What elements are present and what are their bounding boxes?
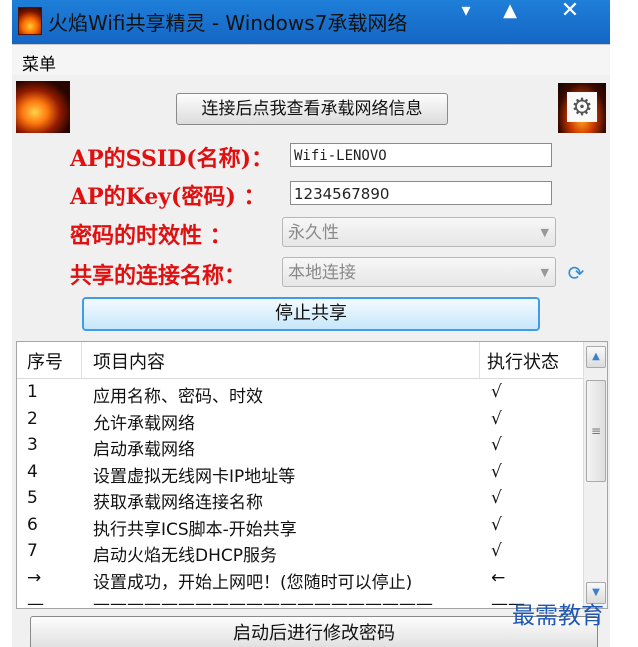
table-row[interactable]: 6 执行共享ICS脚本-开始共享 √ xyxy=(17,512,583,540)
table-row[interactable]: → 设置成功，开始上网吧！(您随时可以停止) ← xyxy=(17,565,583,593)
close-button[interactable]: ✕ xyxy=(550,0,590,24)
row-status: √ xyxy=(491,461,502,482)
chevron-down-icon: ▼ xyxy=(540,266,549,279)
title-bar[interactable]: 火焰Wifi共享精灵 - Windows7承载网络 ▾ ▲ ✕ xyxy=(12,0,610,44)
flame-logo-image xyxy=(16,81,70,133)
ssid-label: AP的SSID(名称)： xyxy=(70,146,274,172)
share-connection-label: 共享的连接名称： xyxy=(70,263,247,289)
refresh-icon[interactable]: ⟳ xyxy=(562,261,590,285)
chevron-down-icon: ▼ xyxy=(540,226,549,239)
main-panel: 连接后点我查看承载网络信息 ⚙ AP的SSID(名称)： Wifi-LENOVO… xyxy=(12,75,610,647)
column-divider[interactable] xyxy=(479,342,480,378)
share-connection-select[interactable]: 本地连接 ▼ xyxy=(282,257,556,287)
table-row[interactable]: — ———————————————————— —— xyxy=(17,591,583,609)
row-item: 启动火焰无线DHCP服务 xyxy=(93,546,277,566)
flame-app-icon xyxy=(18,7,42,35)
row-index: 7 xyxy=(27,541,38,561)
table-row[interactable]: 3 启动承载网络 √ xyxy=(17,432,583,460)
menu-item-main[interactable]: 菜单 xyxy=(22,50,56,75)
row-index: 1 xyxy=(27,382,38,402)
row-index: — xyxy=(27,594,44,609)
vertical-scrollbar[interactable]: ▲ ≡ ▼ xyxy=(583,342,607,608)
row-status: √ xyxy=(491,435,502,455)
watermark-text: 最需教育 xyxy=(512,603,604,629)
table-row[interactable]: 4 设置虚拟无线网卡IP地址等 √ xyxy=(17,459,583,487)
row-item: ———————————————————— xyxy=(93,594,433,609)
row-item: 设置成功，开始上网吧！(您随时可以停止) xyxy=(93,572,413,593)
expiry-select[interactable]: 永久性 ▼ xyxy=(282,217,556,247)
column-header-item[interactable]: 项目内容 xyxy=(93,348,165,374)
row-item: 允许承载网络 xyxy=(93,413,195,434)
stop-sharing-button[interactable]: 停止共享 xyxy=(82,297,540,331)
minimize-button[interactable]: ▾ xyxy=(446,0,486,24)
expiry-label: 密码的时效性 ： xyxy=(70,223,232,249)
maximize-button[interactable]: ▲ xyxy=(490,0,530,24)
row-index: 4 xyxy=(27,461,38,482)
row-status: √ xyxy=(491,514,502,535)
table-header: 序号 项目内容 执行状态 xyxy=(17,342,583,379)
row-item: 获取承载网络连接名称 xyxy=(93,493,263,513)
row-status: ← xyxy=(491,567,506,588)
row-item: 设置虚拟无线网卡IP地址等 xyxy=(93,466,296,487)
column-header-status[interactable]: 执行状态 xyxy=(487,348,559,374)
row-index: 6 xyxy=(27,514,38,535)
row-index: 5 xyxy=(27,488,38,508)
row-status: √ xyxy=(491,382,502,402)
key-label: AP的Key(密码) ： xyxy=(70,184,266,210)
ssid-input[interactable]: Wifi-LENOVO xyxy=(290,143,552,167)
window-title: 火焰Wifi共享精灵 - Windows7承载网络 xyxy=(48,11,408,35)
table-row[interactable]: 2 允许承载网络 √ xyxy=(17,406,583,434)
column-header-index[interactable]: 序号 xyxy=(27,348,63,374)
share-connection-select-value: 本地连接 xyxy=(288,263,356,283)
row-index: 3 xyxy=(27,435,38,455)
app-window: 火焰Wifi共享精灵 - Windows7承载网络 ▾ ▲ ✕ 菜单 连接后点我… xyxy=(12,0,610,647)
table-row[interactable]: 1 应用名称、密码、时效 √ xyxy=(17,379,583,407)
table-body: 1 应用名称、密码、时效 √ 2 允许承载网络 √ 3 启动承载网络 √ 4 设… xyxy=(17,379,583,609)
gear-icon: ⚙ xyxy=(567,92,597,122)
scroll-thumb[interactable]: ≡ xyxy=(586,380,606,482)
row-item: 启动承载网络 xyxy=(93,440,195,460)
key-input[interactable]: 1234567890 xyxy=(290,181,552,205)
status-table: 序号 项目内容 执行状态 1 应用名称、密码、时效 √ 2 允许承载网络 √ 3… xyxy=(16,341,608,609)
table-row[interactable]: 5 获取承载网络连接名称 √ xyxy=(17,485,583,513)
row-index: 2 xyxy=(27,408,38,429)
column-divider[interactable] xyxy=(81,342,82,378)
table-row[interactable]: 7 启动火焰无线DHCP服务 √ xyxy=(17,538,583,566)
row-status: √ xyxy=(491,408,502,429)
scroll-up-icon[interactable]: ▲ xyxy=(586,346,606,368)
row-status: √ xyxy=(491,488,502,508)
row-status: √ xyxy=(491,541,502,561)
menu-bar: 菜单 xyxy=(12,44,610,76)
expiry-select-value: 永久性 xyxy=(288,223,339,243)
row-item: 应用名称、密码、时效 xyxy=(93,387,263,407)
view-hosted-network-button[interactable]: 连接后点我查看承载网络信息 xyxy=(176,93,448,125)
row-index: → xyxy=(27,567,42,588)
settings-button[interactable]: ⚙ xyxy=(558,83,606,133)
row-item: 执行共享ICS脚本-开始共享 xyxy=(93,519,297,540)
